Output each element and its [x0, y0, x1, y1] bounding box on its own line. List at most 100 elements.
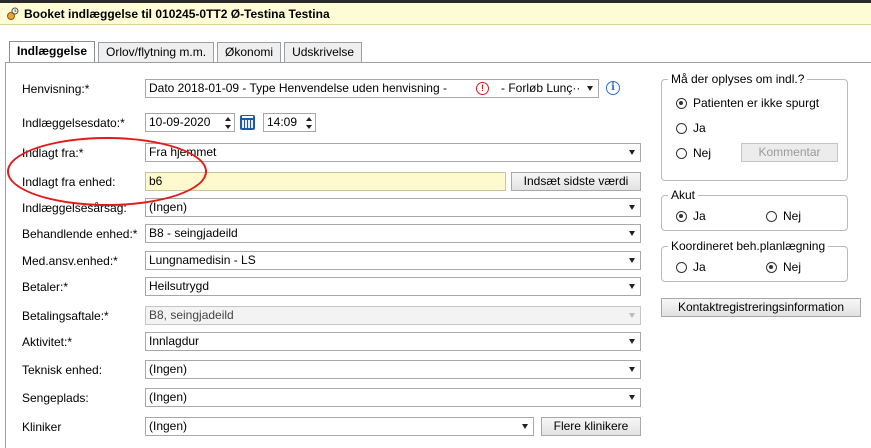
row-indlaeggelsesarsag: Indlæggelsesårsag: (Ingen) — [6, 196, 646, 220]
betaler-select[interactable]: Heilsutrygd — [145, 277, 641, 296]
chevron-down-icon — [629, 284, 635, 289]
betaler-label: Betaler:* — [22, 280, 69, 294]
indlagt-fra-enhed-input[interactable]: b6 — [145, 172, 506, 191]
aktivitet-label: Aktivitet:* — [22, 335, 73, 349]
radio-koordineret-nej[interactable]: Nej — [766, 260, 801, 274]
med-ansv-enhed-select[interactable]: Lungnamedisin - LS — [145, 251, 641, 270]
radio-selected-icon — [766, 261, 777, 273]
tab-indlaeggelse[interactable]: Indlæggelse — [9, 41, 96, 63]
indlagt-fra-label: Indlagt fra:* — [22, 146, 84, 160]
chevron-down-icon — [629, 205, 635, 210]
chevron-down-icon — [629, 258, 635, 263]
radio-unselected-icon — [676, 122, 687, 134]
row-betalingsaftale: Betalingsaftale:* B8, seingjadeild — [6, 304, 646, 328]
akut-group: Akut Ja Nej — [661, 188, 848, 231]
sengeplads-select[interactable]: (Ingen) — [145, 388, 641, 407]
row-sengeplads: Sengeplads: (Ingen) — [6, 386, 646, 410]
chevron-down-icon — [629, 395, 635, 400]
radio-unselected-icon — [766, 210, 777, 222]
betaler-value: Heilsutrygd — [149, 279, 210, 293]
akut-legend: Akut — [668, 188, 699, 202]
row-indlaeggelsesdato: Indlæggelsesdato:* 10-09-2020 14:09 — [6, 111, 646, 135]
radio-label: Patienten er ikke spurgt — [693, 96, 820, 110]
betalingsaftale-label: Betalingsaftale:* — [22, 309, 109, 323]
chevron-down-icon — [629, 339, 635, 344]
tab-orlov-flytning[interactable]: Orlov/flytning m.m. — [98, 42, 215, 62]
row-med-ansv-enhed: Med.ansv.enhed:* Lungnamedisin - LS — [6, 249, 646, 273]
aktivitet-select[interactable]: Innlagdur — [145, 332, 641, 351]
radio-koordineret-ja[interactable]: Ja — [676, 260, 706, 274]
tab-okonomi[interactable]: Økonomi — [217, 42, 282, 62]
indlagt-fra-value: Fra hjemmet — [149, 145, 217, 159]
row-aktivitet: Aktivitet:* Innlagdur — [6, 330, 646, 354]
spinner-icon[interactable] — [225, 117, 231, 129]
betalingsaftale-value: B8, seingjadeild — [149, 308, 234, 322]
chevron-down-icon — [629, 150, 635, 155]
radio-label: Nej — [783, 260, 802, 274]
betalingsaftale-select: B8, seingjadeild — [145, 306, 641, 325]
booking-icon — [6, 7, 20, 21]
radio-akut-nej[interactable]: Nej — [766, 209, 801, 223]
kontaktregistreringsinformation-button[interactable]: Kontaktregistreringsinformation — [661, 298, 861, 317]
sengeplads-value: (Ingen) — [149, 390, 188, 404]
sengeplads-label: Sengeplads: — [22, 391, 89, 405]
radio-selected-icon — [676, 97, 687, 109]
chevron-down-icon — [629, 367, 635, 372]
tab-udskrivelse[interactable]: Udskrivelse — [284, 42, 363, 62]
window-title-bar: Booket indlæggelse til 010245-0TT2 Ø-Tes… — [0, 3, 871, 25]
radio-label: Ja — [693, 209, 706, 223]
med-ansv-enhed-label: Med.ansv.enhed:* — [22, 254, 118, 268]
kliniker-select[interactable]: (Ingen) — [145, 417, 534, 436]
teknisk-enhed-select[interactable]: (Ingen) — [145, 360, 641, 379]
time-stepper[interactable]: 14:09 — [263, 113, 316, 132]
kliniker-label: Kliniker — [22, 420, 62, 434]
radio-label: Nej — [693, 146, 712, 160]
radio-selected-icon — [676, 210, 687, 222]
radio-label: Nej — [783, 209, 802, 223]
behandlende-enhed-value: B8 - seingjadeild — [149, 226, 238, 240]
chevron-down-icon — [629, 313, 635, 318]
tab-bar: Indlæggelse Orlov/flytning m.m. Økonomi … — [9, 41, 365, 63]
radio-unselected-icon — [676, 147, 687, 159]
indlaeggelse-panel: Henvisning:* Dato 2018-01-09 - Type Henv… — [5, 62, 871, 448]
indlaeggelsesarsag-select[interactable]: (Ingen) — [145, 198, 641, 217]
oplyses-group: Må der oplyses om indl.? Patienten er ik… — [661, 72, 848, 181]
kommentar-button[interactable]: Kommentar — [741, 143, 838, 162]
henvisning-select[interactable]: Dato 2018-01-09 - Type Henvendelse uden … — [145, 79, 599, 98]
chevron-down-icon — [522, 424, 528, 429]
indlagt-fra-select[interactable]: Fra hjemmet — [145, 143, 641, 162]
row-kliniker: Kliniker (Ingen) Flere klinikere — [6, 415, 646, 439]
behandlende-enhed-select[interactable]: B8 - seingjadeild — [145, 224, 641, 243]
kliniker-value: (Ingen) — [149, 419, 188, 433]
radio-label: Ja — [693, 260, 706, 274]
koordineret-group: Koordineret beh.planlægning Ja Nej — [661, 239, 848, 282]
med-ansv-enhed-value: Lungnamedisin - LS — [149, 253, 256, 267]
indlaeggelsesdato-label: Indlæggelsesdato:* — [22, 116, 125, 130]
indsaet-sidste-vaerdi-button[interactable]: Indsæt sidste værdi — [511, 172, 641, 191]
teknisk-enhed-value: (Ingen) — [149, 362, 188, 376]
warning-icon: ! — [476, 82, 489, 95]
row-indlagt-fra-enhed: Indlagt fra enhed: b6 Indsæt sidste værd… — [6, 170, 646, 194]
date-stepper[interactable]: 10-09-2020 — [145, 113, 235, 132]
flere-klinikere-button[interactable]: Flere klinikere — [541, 417, 641, 436]
oplyses-legend: Må der oplyses om indl.? — [668, 72, 808, 86]
radio-akut-ja[interactable]: Ja — [676, 209, 706, 223]
chevron-down-icon — [629, 231, 635, 236]
calendar-icon[interactable] — [240, 115, 255, 130]
radio-patienten-ikke-spurgt[interactable]: Patienten er ikke spurgt — [676, 96, 819, 110]
indlagt-fra-enhed-value: b6 — [149, 174, 163, 188]
chevron-down-icon — [587, 86, 593, 91]
radio-oplyses-ja[interactable]: Ja — [676, 121, 706, 135]
behandlende-enhed-label: Behandlende enhed:* — [22, 227, 138, 241]
info-icon[interactable]: i — [606, 81, 620, 95]
henvisning-value: Dato 2018-01-09 - Type Henvendelse uden … — [149, 81, 447, 95]
henvisning-label: Henvisning:* — [22, 82, 90, 96]
radio-label: Ja — [693, 121, 706, 135]
row-indlagt-fra: Indlagt fra:* Fra hjemmet — [6, 141, 646, 165]
spinner-icon[interactable] — [306, 117, 312, 129]
radio-oplyses-nej[interactable]: Nej — [676, 146, 711, 160]
koordineret-legend: Koordineret beh.planlægning — [668, 239, 829, 253]
radio-unselected-icon — [676, 261, 687, 273]
indlagt-fra-enhed-label: Indlagt fra enhed: — [22, 175, 116, 189]
time-value: 14:09 — [267, 115, 298, 129]
